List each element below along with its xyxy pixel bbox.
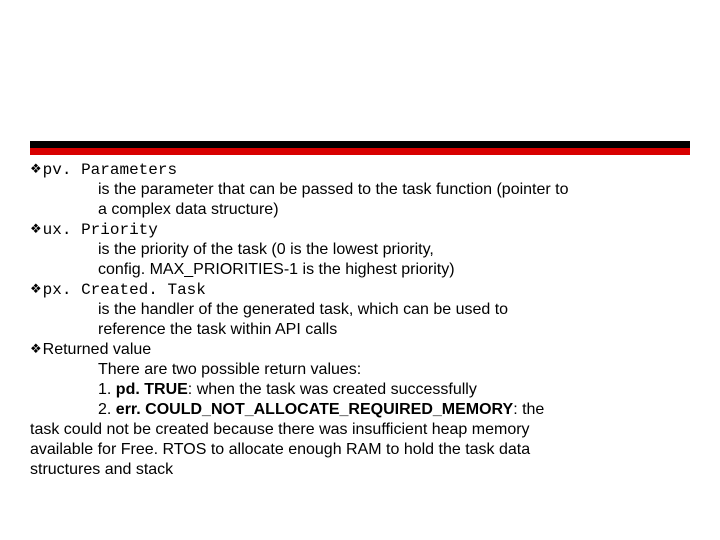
param-desc-line: is the priority of the task (0 is the lo… [30, 240, 690, 260]
diamond-icon: ❖ [30, 161, 42, 176]
param-ux-priority: ❖ux. Priority [30, 220, 690, 240]
diamond-icon: ❖ [30, 221, 42, 236]
content-block: ❖pv. Parameters is the parameter that ca… [30, 160, 690, 480]
param-desc-line: a complex data structure) [30, 200, 690, 220]
param-desc-line: config. MAX_PRIORITIES-1 is the highest … [30, 260, 690, 280]
return-desc: : the [513, 401, 544, 418]
return-desc: : when the task was created successfully [188, 381, 477, 398]
param-desc-line: reference the task within API calls [30, 320, 690, 340]
slide: ❖pv. Parameters is the parameter that ca… [0, 0, 720, 540]
param-name: ux. Priority [43, 221, 158, 239]
param-name: pv. Parameters [43, 161, 177, 179]
returned-tail-line: structures and stack [30, 460, 690, 480]
list-number: 2. [98, 401, 116, 418]
returned-tail-line: task could not be created because there … [30, 420, 690, 440]
divider-red [30, 148, 690, 155]
return-value-true: pd. TRUE [116, 381, 188, 398]
return-value-err: err. COULD_NOT_ALLOCATE_REQUIRED_MEMORY [116, 401, 513, 418]
param-name: px. Created. Task [43, 281, 206, 299]
returned-value-heading: ❖Returned value [30, 340, 690, 360]
param-desc-line: is the handler of the generated task, wh… [30, 300, 690, 320]
param-desc-line: is the parameter that can be passed to t… [30, 180, 690, 200]
diamond-icon: ❖ [30, 281, 42, 296]
param-px-created-task: ❖px. Created. Task [30, 280, 690, 300]
param-pv-parameters: ❖pv. Parameters [30, 160, 690, 180]
divider-black [30, 141, 690, 148]
returned-tail-line: available for Free. RTOS to allocate eno… [30, 440, 690, 460]
returned-item-1: 1. pd. TRUE: when the task was created s… [30, 380, 690, 400]
returned-label: Returned value [43, 341, 152, 358]
diamond-icon: ❖ [30, 341, 42, 356]
returned-item-2: 2. err. COULD_NOT_ALLOCATE_REQUIRED_MEMO… [30, 400, 690, 420]
returned-intro: There are two possible return values: [30, 360, 690, 380]
list-number: 1. [98, 381, 116, 398]
